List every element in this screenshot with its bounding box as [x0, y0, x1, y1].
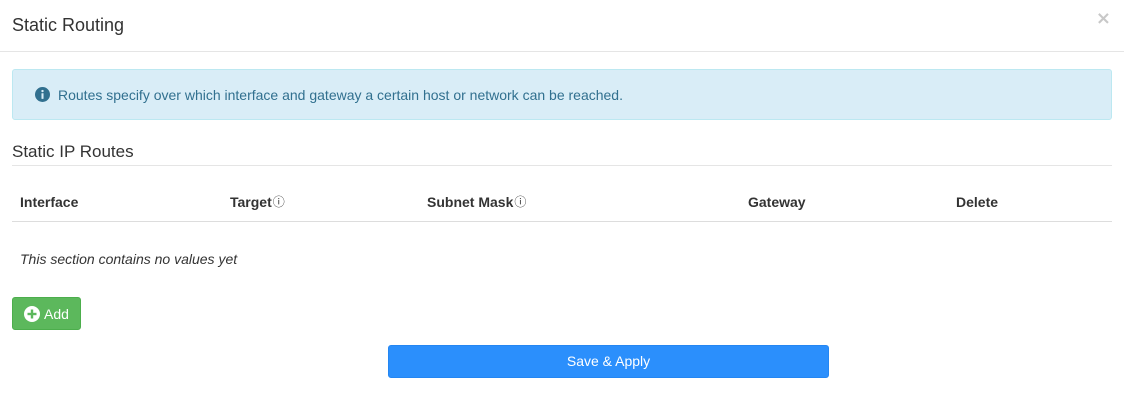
- column-label: Gateway: [748, 194, 806, 210]
- add-button-label: Add: [44, 306, 69, 322]
- add-route-button[interactable]: Add: [12, 297, 81, 330]
- column-label: Interface: [20, 194, 79, 210]
- alert-text: Routes specify over which interface and …: [58, 87, 623, 103]
- routes-table-header: Interface Targetⓘ Subnet Maskⓘ Gateway D…: [12, 182, 1112, 222]
- empty-table-message: This section contains no values yet: [20, 251, 238, 267]
- static-routing-modal: Static Routing × Routes specify over whi…: [0, 0, 1124, 406]
- info-circle-icon: [35, 87, 50, 102]
- column-label: Subnet Mask: [427, 194, 514, 210]
- help-icon[interactable]: ⓘ: [514, 194, 526, 210]
- plus-circle-icon: [24, 306, 40, 322]
- column-header-delete: Delete: [956, 194, 998, 210]
- info-alert: Routes specify over which interface and …: [12, 69, 1112, 120]
- modal-header: Static Routing ×: [0, 0, 1124, 52]
- close-button[interactable]: ×: [1096, 10, 1111, 28]
- modal-title: Static Routing: [12, 15, 125, 35]
- column-header-subnet-mask: Subnet Maskⓘ: [427, 194, 526, 210]
- column-header-gateway: Gateway: [748, 194, 806, 210]
- section-title: Static IP Routes: [12, 142, 134, 161]
- column-label: Target: [230, 194, 272, 210]
- column-header-target: Targetⓘ: [230, 194, 285, 210]
- column-label: Delete: [956, 194, 999, 210]
- section-divider: [12, 165, 1112, 166]
- save-apply-button[interactable]: Save & Apply: [388, 345, 829, 378]
- column-header-interface: Interface: [20, 194, 78, 210]
- help-icon[interactable]: ⓘ: [273, 194, 285, 210]
